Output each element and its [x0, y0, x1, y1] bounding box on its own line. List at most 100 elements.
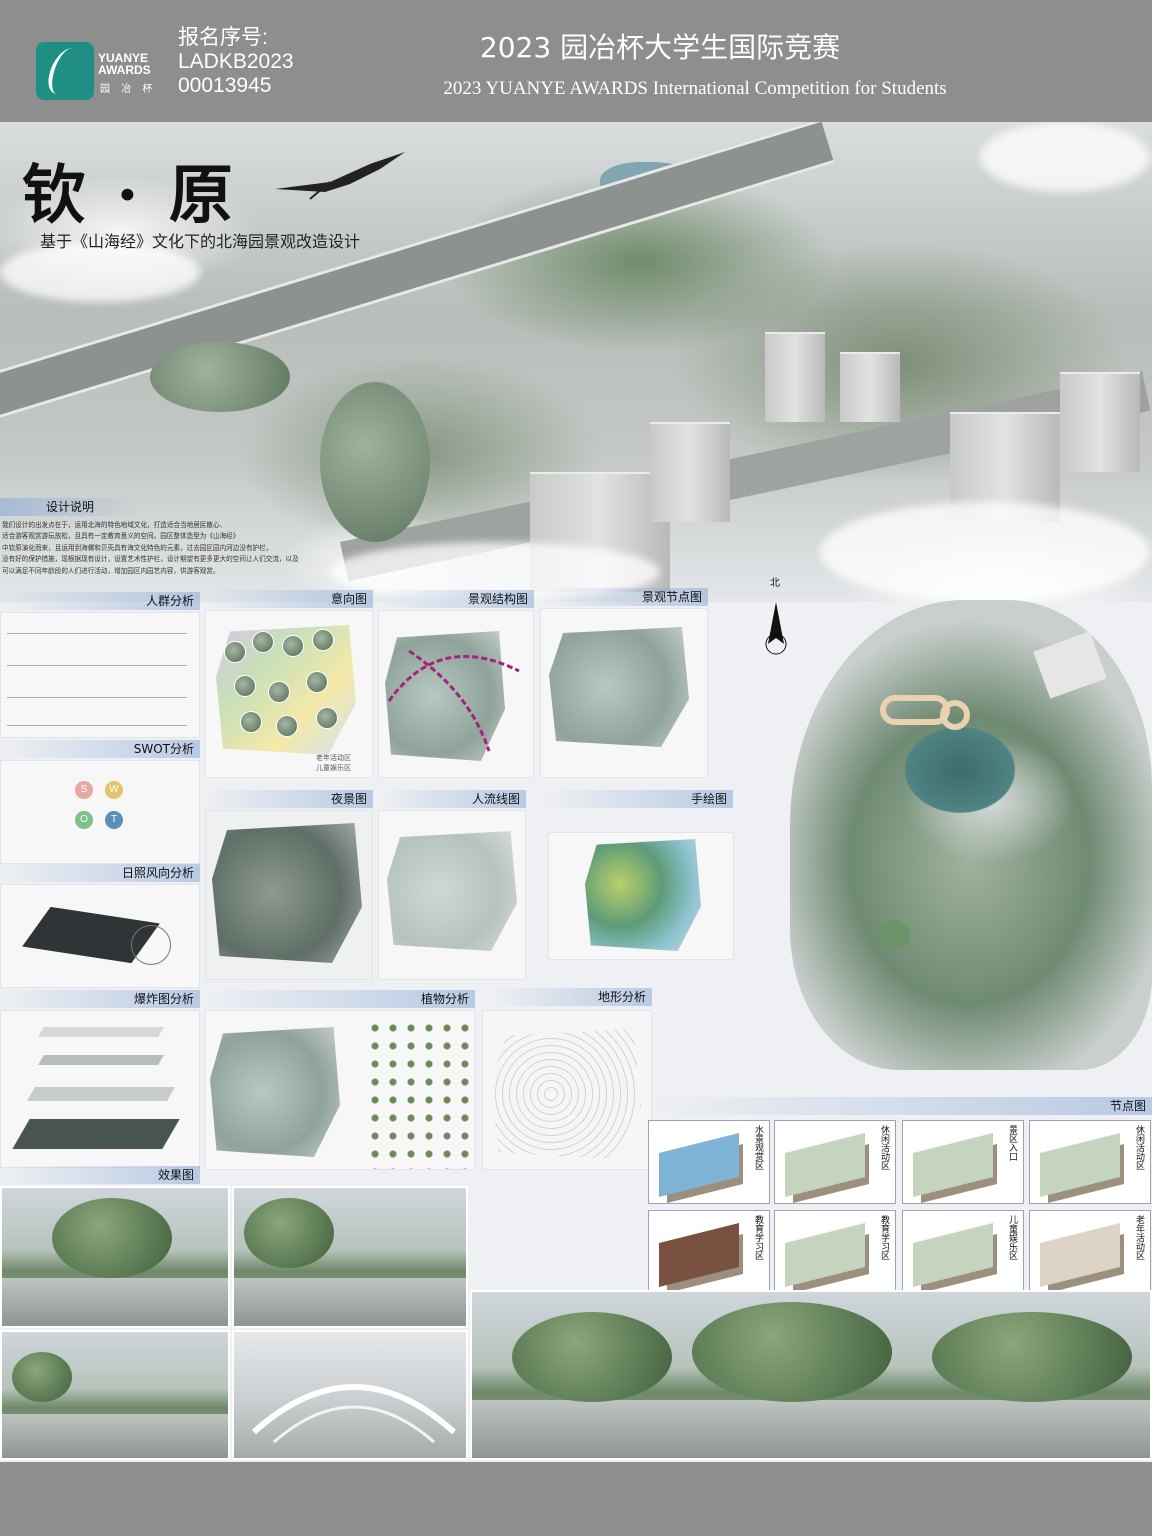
terrain-plan-image: [491, 1029, 641, 1159]
intent-photo: [234, 675, 256, 697]
ground-shape: [2, 1277, 228, 1326]
effect-render: [0, 1186, 230, 1328]
divider: [7, 665, 187, 666]
night-view-panel: [205, 810, 373, 980]
swot-w: W: [105, 781, 123, 799]
structure-diagram-panel: [378, 610, 534, 778]
bird-icon: [275, 152, 405, 200]
ground-shape: [2, 1413, 228, 1458]
logo-text: YUANYE AWARDS: [98, 51, 151, 77]
plaza-ring: [880, 695, 950, 725]
node-model: [785, 1133, 865, 1197]
north-arrow-icon: [765, 602, 787, 655]
intent-photo: [316, 707, 338, 729]
tree-shape: [512, 1312, 672, 1402]
tree-circle: [880, 920, 910, 950]
explode-layer-shape: [38, 1027, 164, 1037]
node-label: 休闲活动区: [1134, 1125, 1144, 1170]
node-model: [1040, 1223, 1120, 1287]
competition-title-en: 2023 YUANYE AWARDS International Competi…: [443, 78, 947, 99]
section-plants: 植物分析: [205, 990, 475, 1008]
description-line: 我们设计的出发点在于，运用北海的特色地域文化，打造适合当地居民散心、: [2, 521, 227, 529]
flow-panel: [378, 810, 526, 980]
tree-shape: [12, 1352, 72, 1402]
panorama-render: [470, 1290, 1152, 1460]
description-line: 可以满足不同年龄段的人们进行活动，增加园区内园艺内容，供游客观赏。: [2, 566, 220, 575]
terrain-panel: [482, 1010, 652, 1170]
tree-shape: [932, 1312, 1132, 1402]
node-model: [913, 1133, 993, 1197]
master-plan: [790, 600, 1152, 1070]
section-structure: 景观结构图: [378, 590, 534, 608]
tree-shape: [692, 1302, 892, 1402]
node-label: 景区入口: [1007, 1125, 1017, 1161]
description-line: 没有好的保护措施，现根据现有设计，设置艺术性护栏，设计期望有更多更大的空间让人们…: [2, 555, 299, 564]
reg-line1: LADKB2023: [178, 50, 294, 73]
node-label: 休闲活动区: [879, 1125, 889, 1170]
node-label: 儿童娱乐区: [1007, 1215, 1017, 1260]
poster: 钦 · 原 基于《山海经》文化下的北海园景观改造设计 设计说明 我们设计的出发点…: [0, 122, 1152, 1462]
section-explode: 爆炸图分析: [0, 990, 200, 1008]
divider: [7, 697, 187, 698]
tree-shape: [244, 1198, 334, 1268]
header-bar: YUANYE AWARDS 园 冶 杯 报名序号: LADKB2023 0001…: [0, 0, 1152, 122]
logo-sub: 园 冶 杯: [100, 84, 157, 95]
swot-s: S: [75, 781, 93, 799]
node-card: 儿童娱乐区: [902, 1210, 1024, 1294]
section-crowd: 人群分析: [0, 592, 200, 610]
building-shape: [650, 422, 730, 522]
section-intent: 意向图: [205, 590, 373, 608]
section-night: 夜景图: [205, 790, 373, 808]
section-sun-wind: 日照风向分析: [0, 864, 200, 882]
building-shape: [840, 352, 900, 422]
swot-panel: S W O T: [0, 760, 200, 864]
plaza-ring: [940, 700, 970, 730]
ground-shape: [234, 1277, 466, 1326]
main-title: 钦 · 原: [22, 158, 237, 233]
section-sketch: 手绘图: [545, 790, 733, 808]
node-card: 景区入口: [902, 1120, 1024, 1204]
explode-layer-shape: [12, 1119, 180, 1149]
node-label: 老年活动区: [1134, 1215, 1144, 1260]
node-model: [785, 1223, 865, 1287]
node-model: [659, 1133, 739, 1197]
swot-o: O: [75, 811, 93, 829]
intent-legend-item: 儿童娱乐区: [316, 764, 351, 772]
intent-photo: [276, 715, 298, 737]
mist-shape: [820, 502, 1150, 602]
section-nodes-plan: 景观节点图: [540, 588, 708, 606]
section-node: 节点图: [648, 1097, 1152, 1115]
intent-photo: [306, 671, 328, 693]
section-swot: SWOT分析: [0, 740, 200, 758]
crowd-analysis-panel: [0, 612, 200, 738]
node-card: 休闲活动区: [1029, 1120, 1151, 1204]
yuanye-logo-icon: [36, 42, 94, 100]
sketch-panel: [548, 832, 734, 960]
effect-render: [0, 1330, 230, 1460]
node-model: [659, 1223, 739, 1287]
sun-wind-panel: [0, 884, 200, 988]
node-label: 水景观赏区: [753, 1125, 763, 1170]
intent-photo: [224, 641, 246, 663]
intent-diagram-panel: 老年活动区 儿童娱乐区: [205, 610, 373, 778]
pergola-lines: [251, 1384, 457, 1444]
plants-plan-image: [210, 1027, 340, 1157]
explode-layer-shape: [26, 1087, 176, 1101]
plants-panel: [205, 1010, 475, 1170]
north-label: 北: [770, 578, 780, 589]
explode-panel: [0, 1010, 200, 1168]
description-line: 中钦原演化而来，且运用到海螺和贝壳具有海文化特色的元素，过去园区园内河边没有护栏…: [2, 543, 273, 552]
section-terrain: 地形分析: [492, 988, 652, 1006]
intent-photo: [252, 631, 274, 653]
island-shape: [150, 342, 290, 412]
nodes-plan-image: [549, 627, 689, 747]
rock-hill-shape: [320, 382, 430, 542]
building-shape: [1060, 372, 1140, 472]
node-model: [1040, 1133, 1120, 1197]
intent-legend-item: 老年活动区: [316, 754, 351, 762]
wind-rose-icon: [131, 925, 171, 965]
node-card: 教育学习区: [648, 1210, 770, 1294]
node-label: 教育学习区: [879, 1215, 889, 1260]
divider: [7, 725, 187, 726]
swot-t: T: [105, 811, 123, 829]
